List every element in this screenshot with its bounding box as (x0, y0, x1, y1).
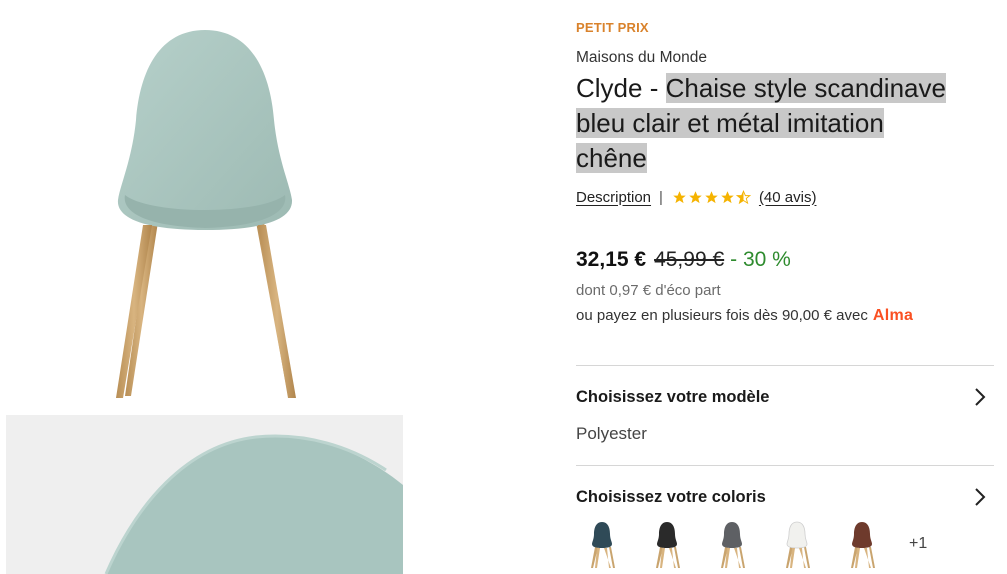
color-swatch-black[interactable] (647, 519, 687, 569)
product-detail-image[interactable] (6, 415, 403, 574)
star-half-icon (735, 189, 751, 204)
color-swatches: +1 (582, 518, 927, 570)
product-page: PETIT PRIX Maisons du Monde Clyde - Chai… (0, 0, 1007, 574)
fabric-detail-image (6, 415, 403, 574)
installments-text: ou payez en plusieurs fois dès 90,00 € a… (576, 307, 868, 324)
old-price: 45,99 € (654, 248, 725, 271)
chair-image (116, 30, 296, 398)
discount-label: - 30 % (730, 248, 791, 271)
eco-part-text: dont 0,97 € d'éco part (576, 282, 721, 299)
rating-stars[interactable] (672, 189, 751, 205)
meta-separator: | (659, 188, 663, 206)
color-swatch-grey[interactable] (712, 519, 752, 569)
product-title: Clyde - Chaise style scandinave bleu cla… (576, 71, 986, 176)
more-colors-link[interactable]: +1 (909, 535, 927, 553)
star-icon (721, 190, 734, 203)
description-link[interactable]: Description (576, 189, 651, 206)
color-option-title[interactable]: Choisissez votre coloris (576, 488, 766, 507)
brand-name: Maisons du Monde (576, 49, 707, 66)
divider (576, 365, 994, 366)
title-highlight-3: chêne (576, 143, 647, 173)
color-swatch-brown[interactable] (842, 519, 882, 569)
price-row: 32,15 € 45,99 € - 30 % (576, 248, 791, 272)
chevron-right-icon[interactable] (972, 387, 988, 407)
divider (576, 465, 994, 466)
current-price: 32,15 € (576, 248, 647, 271)
title-highlight-2: bleu clair et métal imitation (576, 108, 884, 138)
star-icon (689, 190, 702, 203)
product-info-panel: PETIT PRIX Maisons du Monde Clyde - Chai… (576, 0, 996, 574)
petit-prix-badge: PETIT PRIX (576, 20, 649, 35)
meta-row: Description | (40 avis) (576, 186, 816, 208)
reviews-link[interactable]: (40 avis) (759, 189, 817, 206)
model-option-title[interactable]: Choisissez votre modèle (576, 388, 769, 407)
alma-logo[interactable]: Alma (873, 307, 913, 325)
title-prefix: Clyde - (576, 73, 666, 103)
installments-row: ou payez en plusieurs fois dès 90,00 € a… (576, 307, 913, 325)
star-icon (673, 190, 686, 203)
color-swatch-dark-teal[interactable] (582, 519, 622, 569)
star-icon (705, 190, 718, 203)
title-highlight-1: Chaise style scandinave (665, 73, 946, 103)
model-option-value: Polyester (576, 424, 647, 443)
chevron-right-icon[interactable] (972, 487, 988, 507)
color-swatch-white[interactable] (777, 519, 817, 569)
product-main-image[interactable] (0, 0, 410, 410)
